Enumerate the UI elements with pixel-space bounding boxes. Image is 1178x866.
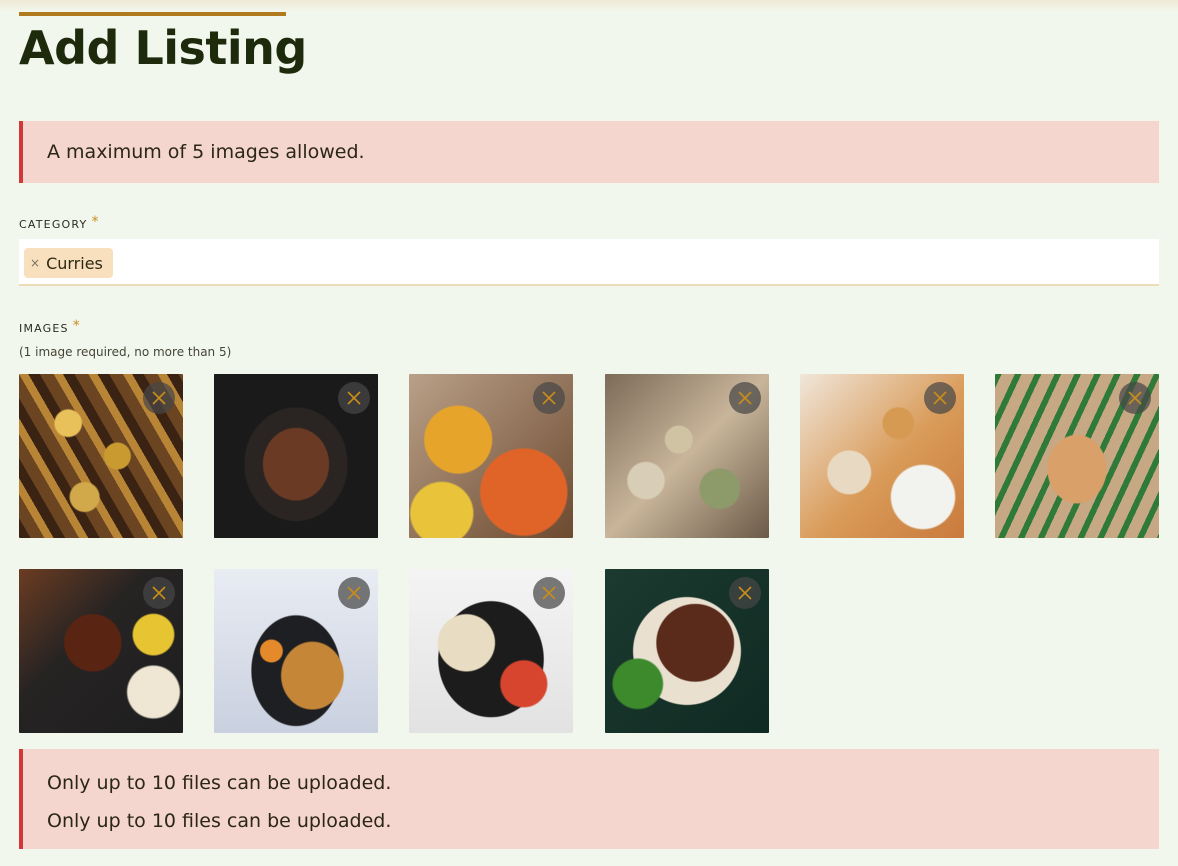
image-thumbnail[interactable] [19,374,183,538]
required-mark: * [72,318,81,334]
category-select[interactable]: × Curries [19,239,1159,286]
page-title: Add Listing [19,21,307,75]
remove-icon [152,586,166,600]
remove-image-button[interactable] [338,577,370,609]
image-thumbnail[interactable] [605,374,769,538]
remove-icon [347,391,361,405]
image-thumbnail[interactable] [605,569,769,733]
tag-label: Curries [46,253,103,273]
top-fade [0,0,1178,12]
error-alert-max-images: A maximum of 5 images allowed. [19,121,1159,183]
images-label: IMAGES * [19,318,81,335]
alert-message: A maximum of 5 images allowed. [47,141,365,163]
remove-image-button[interactable] [729,382,761,414]
category-tag-curries: × Curries [24,248,113,278]
category-label-text: CATEGORY [19,218,88,231]
remove-icon [738,391,752,405]
remove-icon [542,586,556,600]
remove-icon [738,586,752,600]
remove-icon [347,586,361,600]
remove-image-button[interactable] [729,577,761,609]
page-header: Add Listing [19,12,307,76]
title-accent-bar [19,12,286,16]
remove-image-button[interactable] [924,382,956,414]
remove-image-button[interactable] [1119,382,1151,414]
image-thumbnail[interactable] [409,569,573,733]
remove-image-button[interactable] [143,577,175,609]
tag-remove-icon[interactable]: × [30,256,40,270]
required-mark: * [91,214,100,230]
image-thumbnail[interactable] [214,569,378,733]
category-label: CATEGORY * [19,214,100,231]
image-thumbnail[interactable] [214,374,378,538]
remove-icon [542,391,556,405]
remove-image-button[interactable] [338,382,370,414]
remove-icon [152,391,166,405]
image-thumbnail[interactable] [19,569,183,733]
alert-message: Only up to 10 files can be uploaded. [47,772,392,794]
remove-image-button[interactable] [143,382,175,414]
images-helper-text: (1 image required, no more than 5) [19,345,232,359]
alert-message: Only up to 10 files can be uploaded. [47,810,392,832]
remove-image-button[interactable] [533,382,565,414]
image-thumbnail[interactable] [995,374,1159,538]
image-thumbnail[interactable] [409,374,573,538]
remove-icon [933,391,947,405]
remove-image-button[interactable] [533,577,565,609]
images-label-text: IMAGES [19,322,69,335]
image-thumbnail[interactable] [800,374,964,538]
remove-icon [1128,391,1142,405]
error-alert-upload-limit: Only up to 10 files can be uploaded. Onl… [19,749,1159,849]
